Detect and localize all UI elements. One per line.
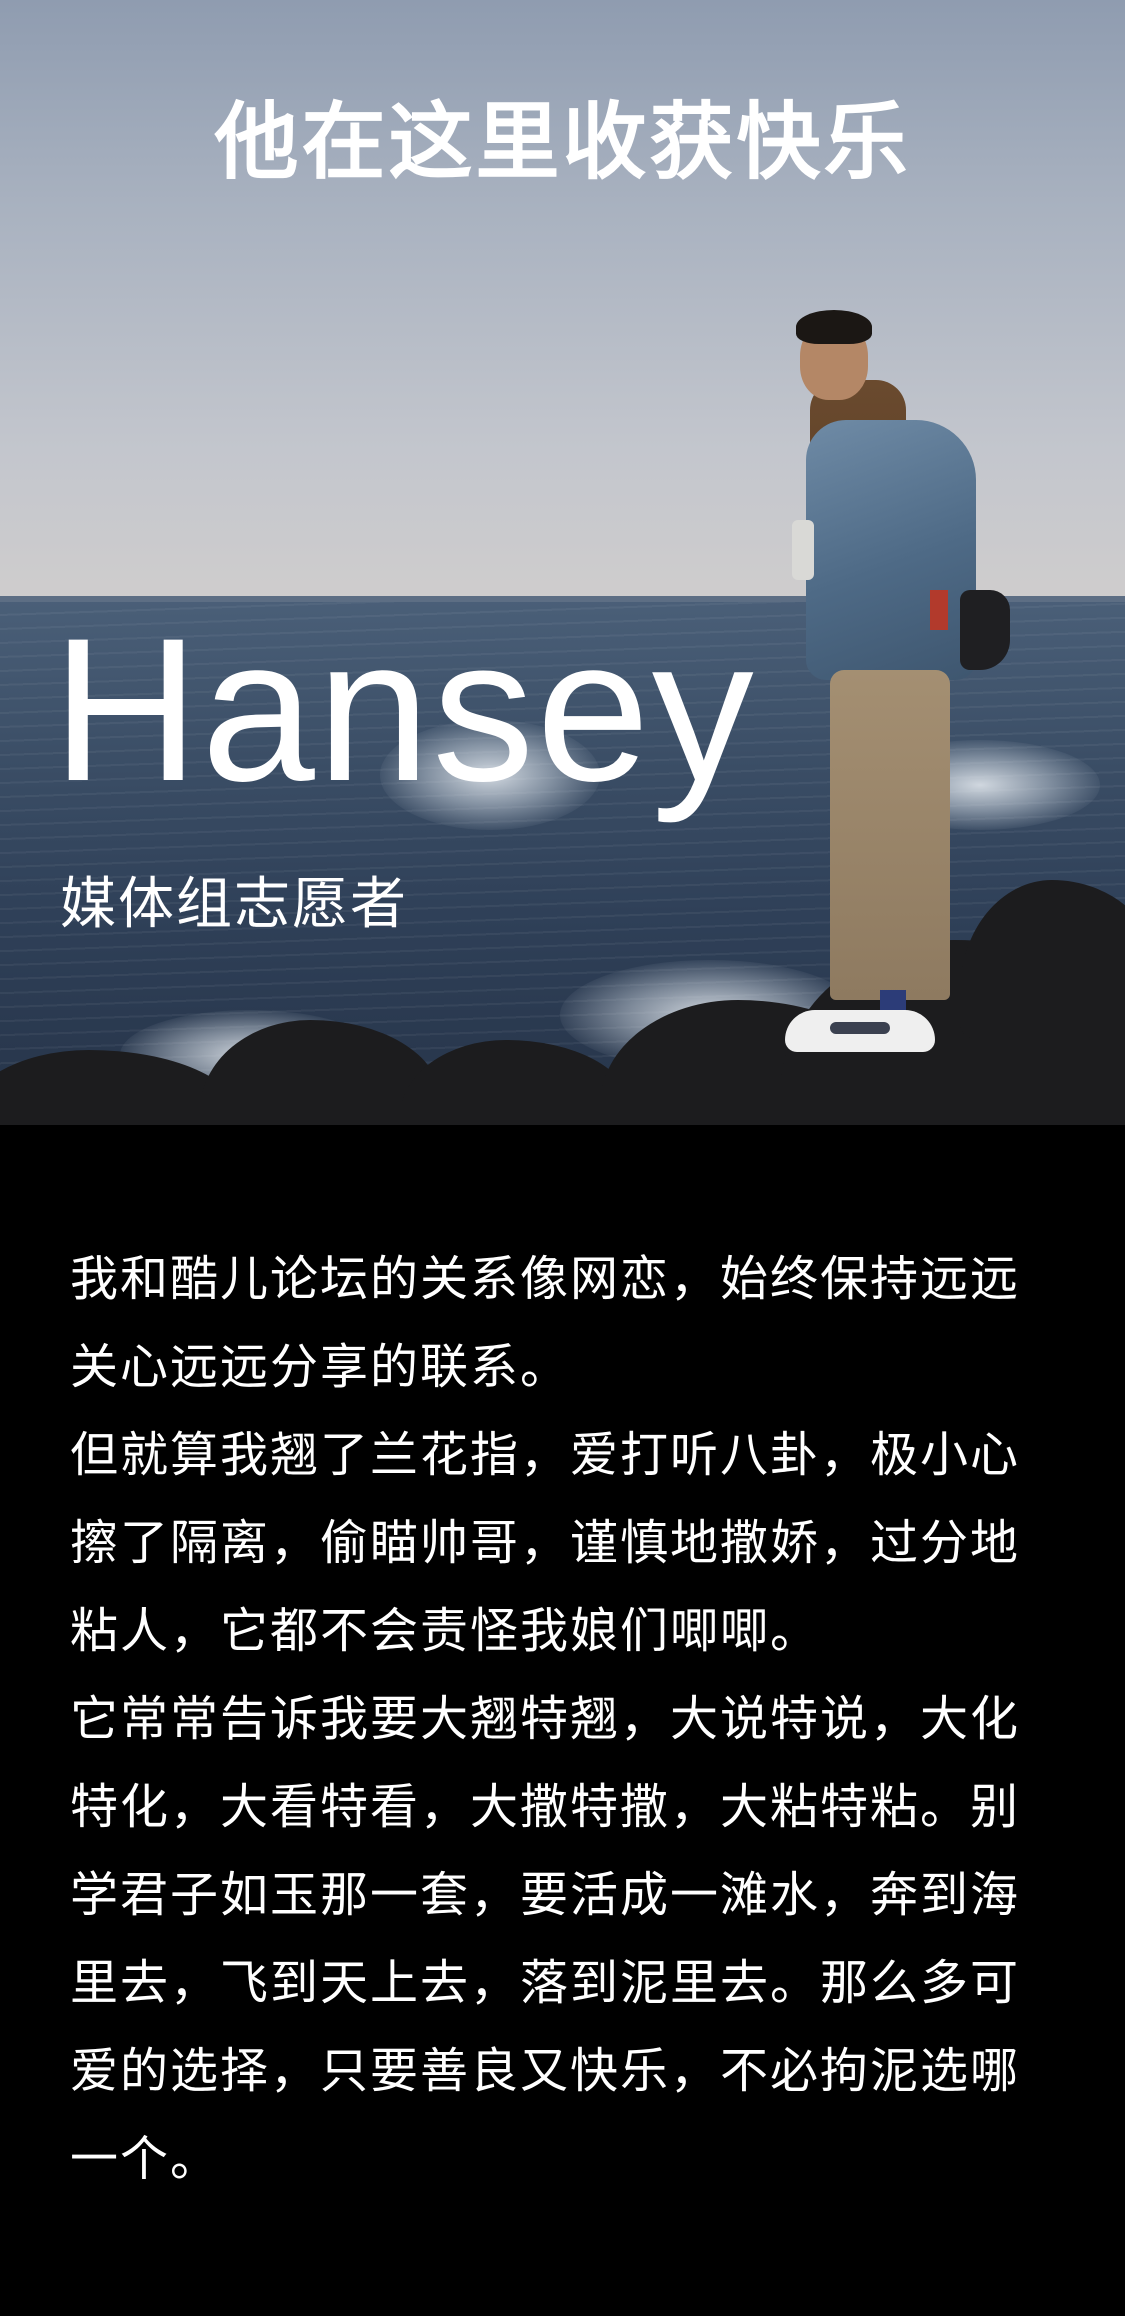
story-paragraph: 它常常告诉我要大翘特翘，大说特说，大化特化，大看特看，大撒特撒，大粘特粘。别学君…: [70, 1691, 1021, 2187]
poster: 他在这里收获快乐 Hansey 媒体组志愿者 我和酷儿论坛的关系像网恋，始终保持…: [0, 0, 1125, 2316]
person-name: Hansey: [52, 596, 756, 824]
denim-jacket: [806, 420, 976, 680]
story-paragraph: 但就算我翘了兰花指，爱打听八卦，极小心擦了隔离，偷瞄帅哥，谨慎地撒娇，过分地粘人…: [70, 1427, 1021, 1659]
hero-photo: 他在这里收获快乐 Hansey 媒体组志愿者: [0, 0, 1125, 1125]
bottle: [792, 520, 814, 580]
story-paragraph: 我和酷儿论坛的关系像网恋，始终保持远远关心远远分享的联系。: [70, 1251, 1021, 1395]
jacket-patch: [930, 590, 948, 630]
story-text: 我和酷儿论坛的关系像网恋，始终保持远远关心远远分享的联系。 但就算我翘了兰花指，…: [70, 1235, 1060, 2203]
headline: 他在这里收获快乐: [214, 93, 911, 191]
pants: [830, 670, 950, 1000]
person-role: 媒体组志愿者: [60, 872, 408, 937]
sneaker-swoosh: [830, 1022, 890, 1034]
hair: [796, 310, 872, 344]
shoulder-bag: [960, 590, 1010, 670]
person-figure: [770, 300, 1050, 1100]
